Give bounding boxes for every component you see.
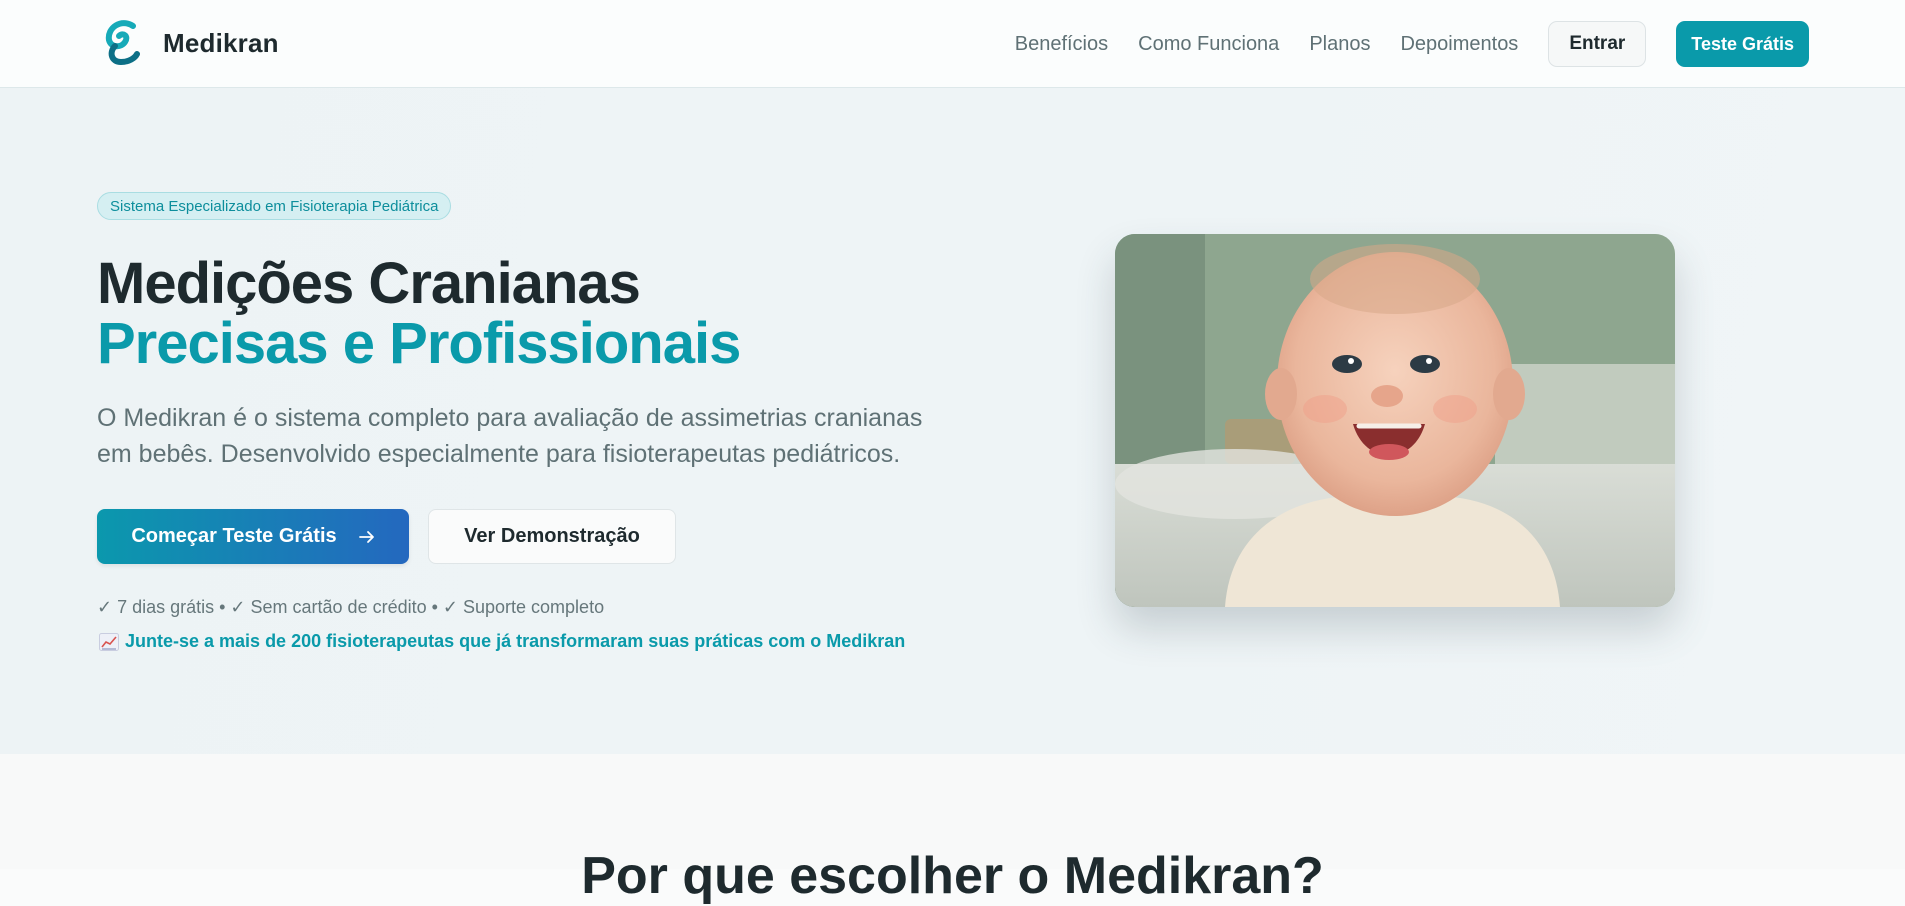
hero-title-line2: Precisas e Profissionais [97,311,741,376]
specialty-badge: Sistema Especializado em Fisioterapia Pe… [97,192,452,220]
nav-link-como-funciona[interactable]: Como Funciona [1138,33,1279,56]
start-free-trial-button[interactable]: Começar Teste Grátis [97,509,409,564]
nav-link-beneficios[interactable]: Benefícios [1015,33,1108,56]
login-button[interactable]: Entrar [1548,21,1647,67]
view-demo-button[interactable]: Ver Demonstração [428,509,676,564]
baby-photo [1115,234,1675,607]
baby-illustration [1115,234,1675,607]
hero-section: Sistema Especializado em Fisioterapia Pe… [0,88,1905,754]
brand-name: Medikran [163,27,279,58]
nav-link-depoimentos[interactable]: Depoimentos [1400,33,1518,56]
chart-increasing-icon [99,632,119,651]
main-nav: Benefícios Como Funciona Planos Depoimen… [1015,0,1905,88]
hero-title-line1: Medições Cranianas [97,251,641,316]
brand-logo[interactable]: Medikran [103,20,279,66]
free-trial-button[interactable]: Teste Grátis [1676,21,1809,67]
site-header: Medikran Benefícios Como Funciona Planos… [0,0,1905,88]
nav-link-planos[interactable]: Planos [1309,33,1370,56]
medikran-logo-icon [105,20,140,66]
start-free-trial-label: Começar Teste Grátis [131,525,337,547]
social-proof-text: Junte-se a mais de 200 fisioterapeutas q… [125,631,906,651]
social-proof: Junte-se a mais de 200 fisioterapeutas q… [99,631,905,652]
trial-features: ✓ 7 dias grátis • ✓ Sem cartão de crédit… [97,597,605,617]
hero-description: O Medikran é o sistema completo para ava… [97,404,923,468]
benefits-title: Por que escolher o Medikran? [581,847,1324,905]
benefits-section: Por que escolher o Medikran? [0,754,1905,905]
arrow-right-icon [358,530,374,543]
